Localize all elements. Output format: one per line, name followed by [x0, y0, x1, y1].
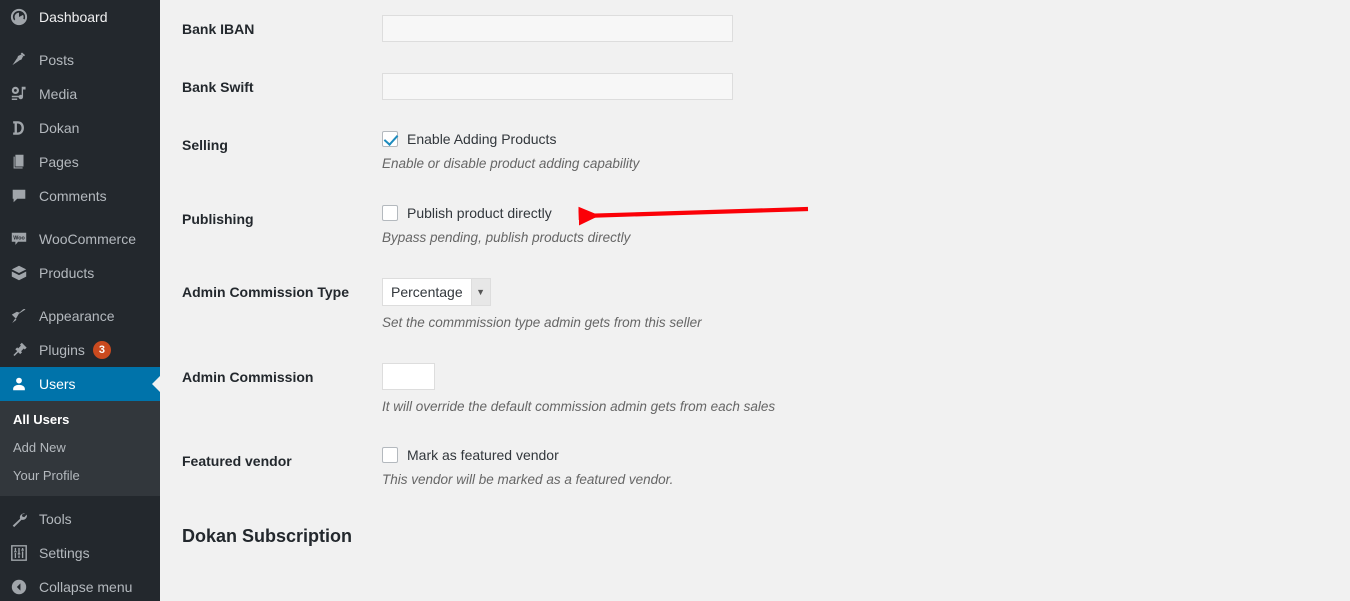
sidebar-item-media[interactable]: Media — [0, 77, 160, 111]
wrench-icon — [10, 509, 36, 529]
sidebar-item-posts[interactable]: Posts — [0, 43, 160, 77]
publish-product-directly-row: Publish product directly — [382, 204, 1340, 221]
sidebar-item-appearance[interactable]: Appearance — [0, 299, 160, 333]
sidebar-item-settings[interactable]: Settings — [0, 536, 160, 570]
selling-label: Selling — [182, 137, 228, 154]
sidebar-item-pages[interactable]: Pages — [0, 145, 160, 179]
admin-commission-type-help-text: Set the commmission type admin gets from… — [382, 314, 702, 330]
dokan-d-icon — [10, 118, 36, 138]
sidebar-item-label: Users — [39, 376, 76, 392]
sidebar-item-label: Pages — [39, 154, 79, 170]
mark-as-featured-vendor-checkbox[interactable] — [382, 447, 398, 464]
pages-icon — [10, 152, 36, 172]
pin-icon — [10, 50, 36, 70]
form-row-publishing: Publishing Publish product directly Bypa… — [160, 190, 1350, 263]
featured-vendor-help-text: This vendor will be marked as a featured… — [382, 472, 674, 488]
plugins-update-badge: 3 — [92, 341, 111, 359]
admin-commission-input[interactable] — [382, 363, 435, 391]
paintbrush-icon — [10, 306, 36, 326]
admin-screen: Dashboard Posts Media Dokan Pages Commen… — [0, 0, 1350, 601]
collapse-left-arrow-icon — [10, 577, 36, 597]
chevron-down-icon: ▼ — [470, 278, 490, 305]
enable-adding-products-label[interactable]: Enable Adding Products — [407, 131, 556, 147]
publishing-label: Publishing — [182, 210, 254, 227]
publishing-help-text: Bypass pending, publish products directl… — [382, 229, 631, 245]
comment-icon — [10, 186, 36, 206]
admin-commission-type-selected-value: Percentage — [391, 283, 463, 300]
mark-as-featured-vendor-row: Mark as featured vendor — [382, 447, 1340, 464]
submenu-item-label: All Users — [13, 412, 70, 427]
form-row-bank-iban: Bank IBAN — [160, 0, 1350, 58]
sidebar-item-dokan[interactable]: Dokan — [0, 111, 160, 145]
mark-as-featured-vendor-label[interactable]: Mark as featured vendor — [407, 447, 559, 463]
featured-vendor-label: Featured vendor — [182, 453, 292, 470]
selling-help-text: Enable or disable product adding capabil… — [382, 156, 640, 172]
main-content: Bank IBAN Bank Swift Selling Enable Addi… — [160, 0, 1350, 601]
sidebar-item-users[interactable]: Users — [0, 367, 160, 401]
enable-adding-products-checkbox[interactable] — [382, 131, 398, 148]
sidebar-item-label: Settings — [39, 545, 90, 561]
sidebar-item-label: Products — [39, 265, 95, 281]
sidebar-item-dashboard[interactable]: Dashboard — [0, 0, 160, 34]
sidebar-item-label: Tools — [39, 511, 72, 527]
sidebar-item-label: Media — [39, 86, 78, 102]
sidebar-item-label: Plugins — [39, 342, 85, 358]
woocommerce-icon: Woo — [10, 229, 36, 249]
sidebar-item-comments[interactable]: Comments — [0, 179, 160, 213]
form-row-featured-vendor: Featured vendor Mark as featured vendor … — [160, 432, 1350, 505]
admin-sidebar: Dashboard Posts Media Dokan Pages Commen… — [0, 0, 160, 601]
sidebar-item-label: Dashboard — [39, 9, 108, 25]
plug-icon — [10, 340, 36, 360]
admin-commission-help-text: It will override the default commission … — [382, 399, 776, 415]
admin-commission-type-select[interactable]: Percentage ▼ — [382, 277, 491, 306]
bank-swift-input[interactable] — [382, 73, 733, 101]
sidebar-item-woocommerce[interactable]: Woo WooCommerce — [0, 222, 160, 256]
admin-commission-type-label: Admin Commission Type — [182, 283, 349, 300]
submenu-item-all-users[interactable]: All Users — [0, 406, 160, 434]
form-row-admin-commission: Admin Commission It will override the de… — [160, 348, 1350, 432]
submenu-item-your-profile[interactable]: Your Profile — [0, 462, 160, 490]
bank-swift-label: Bank Swift — [182, 79, 254, 96]
publish-product-directly-label[interactable]: Publish product directly — [407, 205, 552, 221]
svg-text:Woo: Woo — [13, 235, 25, 241]
menu-separator — [0, 213, 160, 222]
sidebar-item-plugins[interactable]: Plugins 3 — [0, 333, 160, 367]
sidebar-item-label: Collapse menu — [39, 579, 133, 595]
form-row-bank-swift: Bank Swift — [160, 58, 1350, 116]
sidebar-item-label: Dokan — [39, 120, 80, 136]
submenu-item-label: Add New — [13, 440, 66, 455]
sidebar-item-label: Appearance — [39, 308, 115, 324]
submenu-item-label: Your Profile — [13, 468, 80, 483]
publish-product-directly-checkbox[interactable] — [382, 204, 398, 221]
bank-iban-input[interactable] — [382, 15, 733, 42]
products-box-icon — [10, 263, 36, 283]
sidebar-item-products[interactable]: Products — [0, 256, 160, 290]
form-row-admin-commission-type: Admin Commission Type Percentage ▼ Set t… — [160, 263, 1350, 348]
dokan-subscription-heading: Dokan Subscription — [182, 525, 353, 546]
enable-adding-products-row: Enable Adding Products — [382, 131, 1340, 148]
form-row-selling: Selling Enable Adding Products Enable or… — [160, 116, 1350, 189]
sidebar-item-label: Posts — [39, 52, 75, 68]
bank-iban-label: Bank IBAN — [182, 21, 255, 37]
sidebar-item-collapse-menu[interactable]: Collapse menu — [0, 570, 160, 601]
submenu-item-add-new[interactable]: Add New — [0, 434, 160, 462]
sidebar-item-label: WooCommerce — [39, 231, 136, 247]
menu-separator — [0, 34, 160, 43]
vendor-settings-form: Bank IBAN Bank Swift Selling Enable Addi… — [160, 0, 1350, 506]
sidebar-item-label: Comments — [39, 188, 107, 204]
media-icon — [10, 84, 36, 104]
menu-separator — [0, 290, 160, 299]
admin-commission-label: Admin Commission — [182, 369, 314, 386]
settings-sliders-icon — [10, 543, 36, 563]
user-icon — [10, 374, 36, 394]
sidebar-item-tools[interactable]: Tools — [0, 502, 160, 536]
dashboard-icon — [10, 7, 36, 27]
users-submenu: All Users Add New Your Profile — [0, 401, 160, 496]
